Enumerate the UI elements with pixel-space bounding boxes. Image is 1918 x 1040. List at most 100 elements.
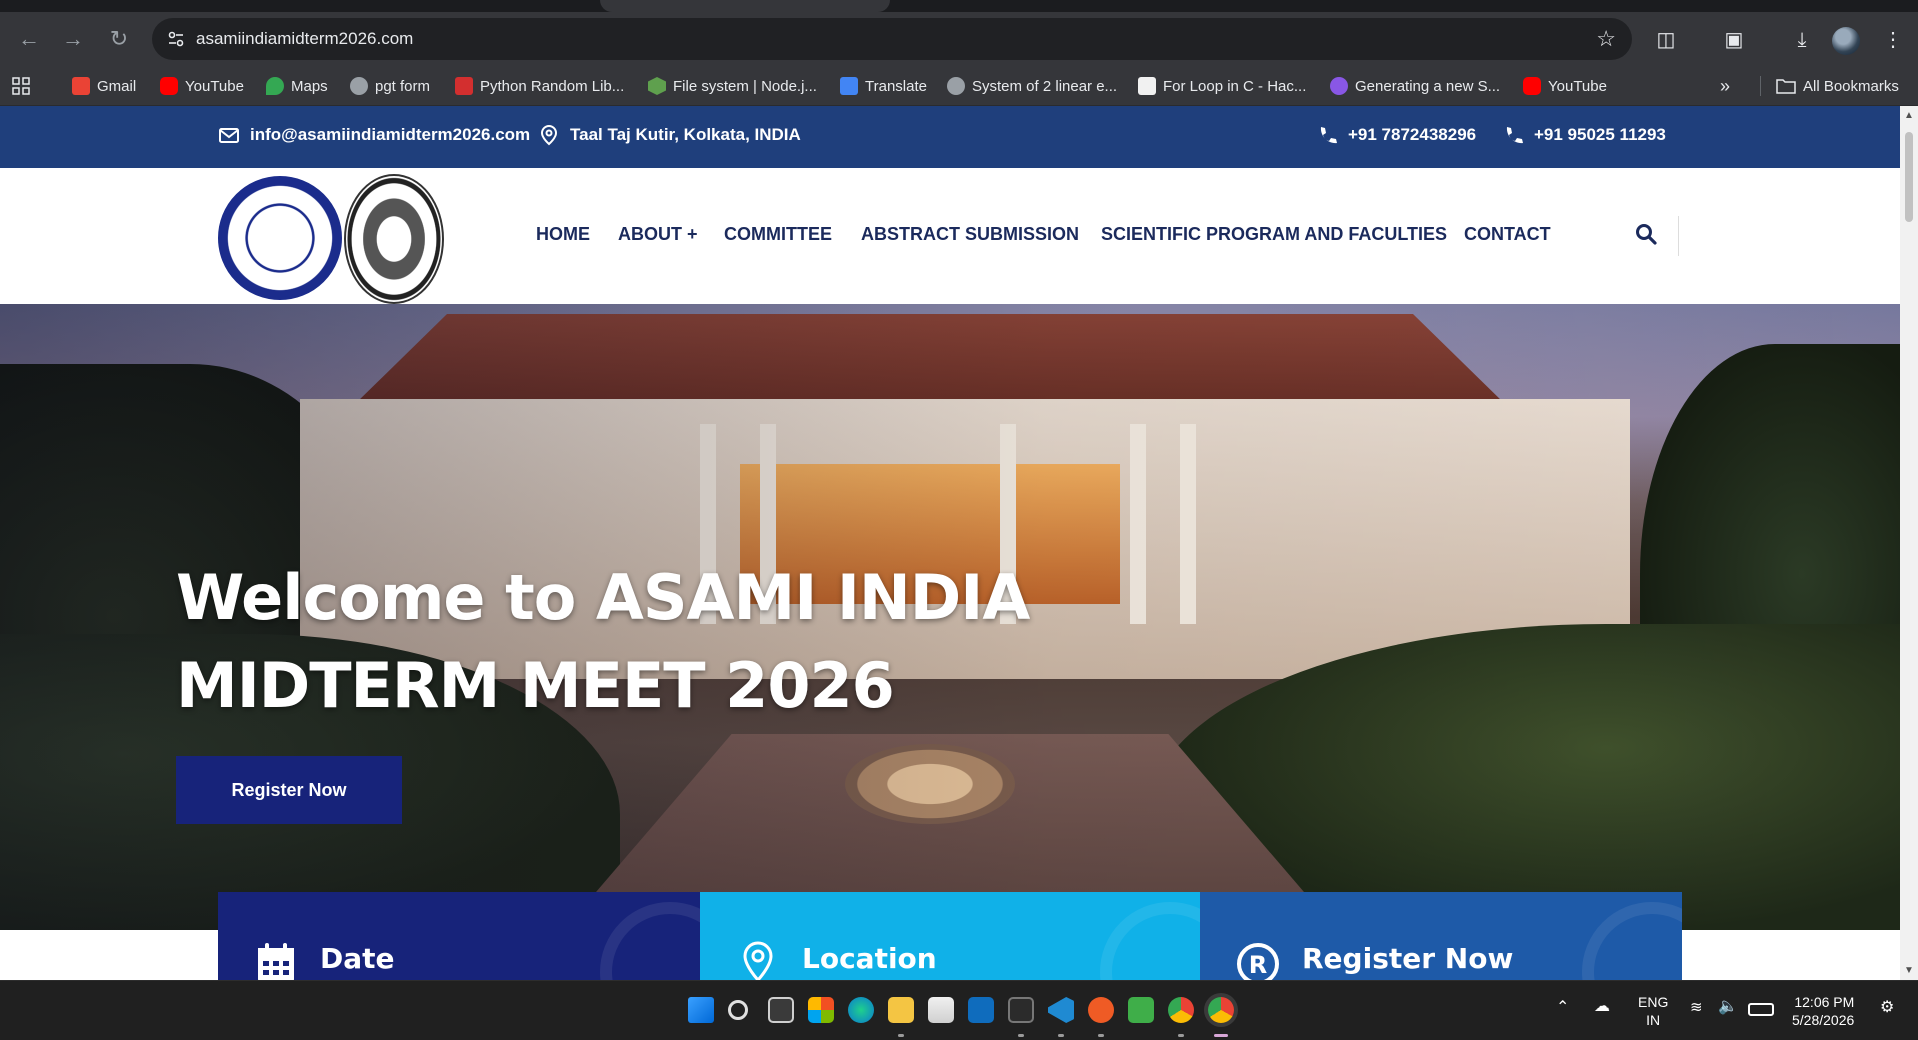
notification-bell-icon[interactable]: ⚙ [1880, 999, 1894, 1017]
copilot-icon[interactable] [808, 997, 834, 1023]
apps-grid-icon[interactable] [12, 75, 30, 97]
running-indicator [1018, 1034, 1024, 1037]
bookmark-node-fs[interactable]: File system | Node.j... [648, 75, 817, 97]
phone-link-1[interactable]: +91 7872438296 [1316, 124, 1476, 146]
bookmark-gmail[interactable]: Gmail [72, 75, 136, 97]
date-card[interactable]: Date [218, 892, 700, 980]
nav-contact[interactable]: CONTACT [1464, 224, 1551, 245]
bookmark-youtube[interactable]: YouTube [160, 75, 244, 97]
hero-register-button[interactable]: Register Now [176, 756, 402, 824]
search-icon[interactable] [1634, 222, 1658, 246]
bookmark-youtube-2[interactable]: YouTube [1523, 75, 1607, 97]
outlook-icon[interactable] [968, 997, 994, 1023]
youtube-icon [160, 77, 178, 95]
bookmark-github[interactable]: Generating a new S... [1330, 75, 1500, 97]
address-bar[interactable]: asamiindiamidterm2026.com ☆ [152, 18, 1632, 60]
nav-about[interactable]: ABOUT + [618, 224, 698, 245]
chrome-active-icon[interactable] [1208, 997, 1234, 1023]
bookmarks-divider [1760, 76, 1761, 96]
phone-link-2[interactable]: +91 95025 11293 [1502, 124, 1666, 146]
bookmark-translate[interactable]: Translate [840, 75, 927, 97]
translate-icon [840, 77, 858, 95]
url-text: asamiindiamidterm2026.com [196, 29, 414, 48]
search-taskbar-icon[interactable] [728, 1000, 748, 1020]
bookmark-for-loop[interactable]: For Loop in C - Hac... [1138, 75, 1306, 97]
cloud-off-icon[interactable]: ☁ [1594, 998, 1610, 1016]
calendar-icon [258, 943, 294, 980]
svg-text:R: R [1249, 951, 1267, 979]
store-icon[interactable] [928, 997, 954, 1023]
scroll-down-arrow-icon[interactable]: ▼ [1904, 965, 1914, 976]
active-tab[interactable] [600, 0, 890, 12]
wifi-icon[interactable]: ≋ [1690, 999, 1703, 1017]
bookmark-star-icon[interactable]: ☆ [1596, 26, 1616, 52]
location-pin-icon [743, 941, 773, 980]
edge-icon[interactable] [848, 997, 874, 1023]
profile-avatar[interactable] [1832, 27, 1860, 55]
windows-taskbar: ⌃ ☁ ENG IN ≋ 🔈 12:06 PM 5/28/2026 ⚙ [0, 980, 1918, 1040]
contact-topbar: info@asamiindiamidterm2026.com Taal Taj … [0, 106, 1900, 168]
hero-title-line-2: MIDTERM MEET 2026 [176, 649, 895, 722]
hero-title: Welcome to ASAMI INDIA MIDTERM MEET 2026 [176, 554, 1076, 730]
site-settings-icon[interactable] [166, 29, 186, 49]
nodejs-icon [648, 77, 666, 95]
card-decoration [1100, 902, 1200, 980]
location-card-title: Location [802, 942, 937, 975]
battery-icon[interactable] [1748, 1003, 1774, 1016]
start-windows-icon[interactable] [688, 997, 714, 1023]
bookmark-maps[interactable]: Maps [266, 75, 328, 97]
nav-committee[interactable]: COMMITTEE [724, 224, 832, 245]
terminal-icon[interactable] [1008, 997, 1034, 1023]
card-decoration [1582, 902, 1682, 980]
postman-icon[interactable] [1088, 997, 1114, 1023]
download-icon[interactable]: ⤓ [1789, 27, 1815, 53]
email-link[interactable]: info@asamiindiamidterm2026.com [218, 124, 530, 146]
scroll-up-arrow-icon[interactable]: ▲ [1904, 110, 1914, 121]
scrollbar-thumb[interactable] [1905, 132, 1913, 222]
chrome-icon[interactable] [1168, 997, 1194, 1023]
active-indicator [1214, 1034, 1228, 1037]
map-pin-icon [540, 124, 558, 146]
extensions-icon[interactable]: ◫ [1653, 27, 1679, 53]
reload-button[interactable]: ↻ [104, 24, 134, 54]
clock[interactable]: 12:06 PM 5/28/2026 [1792, 993, 1854, 1029]
running-indicator [898, 1034, 904, 1037]
nav-abstract-submission[interactable]: ABSTRACT SUBMISSION [861, 224, 1079, 245]
registered-icon: R [1237, 943, 1279, 980]
chevron-up-icon[interactable]: ⌃ [1556, 999, 1569, 1017]
register-card[interactable]: R Register Now [1200, 892, 1682, 980]
task-view-icon[interactable] [768, 997, 794, 1023]
notepad-icon[interactable] [1128, 997, 1154, 1023]
hero-title-line-1: Welcome to ASAMI INDIA [176, 561, 1030, 634]
back-button[interactable]: ← [14, 24, 44, 54]
page-scrollbar[interactable]: ▲ ▼ [1900, 106, 1918, 980]
nav-home[interactable]: HOME [536, 224, 590, 245]
running-indicator [1178, 1034, 1184, 1037]
file-explorer-icon[interactable] [888, 997, 914, 1023]
forward-button[interactable]: → [58, 24, 88, 54]
folder-icon [1776, 79, 1796, 94]
location-card[interactable]: Location [700, 892, 1200, 980]
github-icon [1330, 77, 1348, 95]
all-bookmarks[interactable]: All Bookmarks [1776, 75, 1899, 97]
bookmarks-bar: Gmail YouTube Maps pgt form Python Rando… [0, 66, 1918, 106]
nav-scientific-program[interactable]: SCIENTIFIC PROGRAM AND FACULTIES [1101, 224, 1447, 245]
cast-search-icon[interactable]: ▣ [1721, 27, 1747, 53]
language-indicator[interactable]: ENG IN [1638, 993, 1668, 1029]
bookmark-python-random[interactable]: Python Random Lib... [455, 75, 624, 97]
volume-icon[interactable]: 🔈 [1718, 998, 1738, 1016]
menu-kebab-icon[interactable]: ⋮ [1880, 27, 1906, 53]
vscode-icon[interactable] [1048, 997, 1074, 1023]
tab-strip [0, 0, 1918, 12]
orthopaedic-association-logo[interactable] [344, 174, 444, 304]
youtube-icon [1523, 77, 1541, 95]
envelope-icon [219, 128, 239, 143]
card-decoration [600, 902, 700, 980]
bookmark-pgt-form[interactable]: pgt form [350, 75, 430, 97]
web-page: info@asamiindiamidterm2026.com Taal Taj … [0, 106, 1900, 980]
register-card-title: Register Now [1302, 942, 1514, 975]
bookmark-linear-systems[interactable]: System of 2 linear e... [947, 75, 1117, 97]
asami-india-logo[interactable] [218, 176, 342, 300]
more-bookmarks-chevron-icon[interactable]: » [1720, 75, 1730, 97]
hero-banner: Welcome to ASAMI INDIA MIDTERM MEET 2026… [0, 304, 1900, 930]
